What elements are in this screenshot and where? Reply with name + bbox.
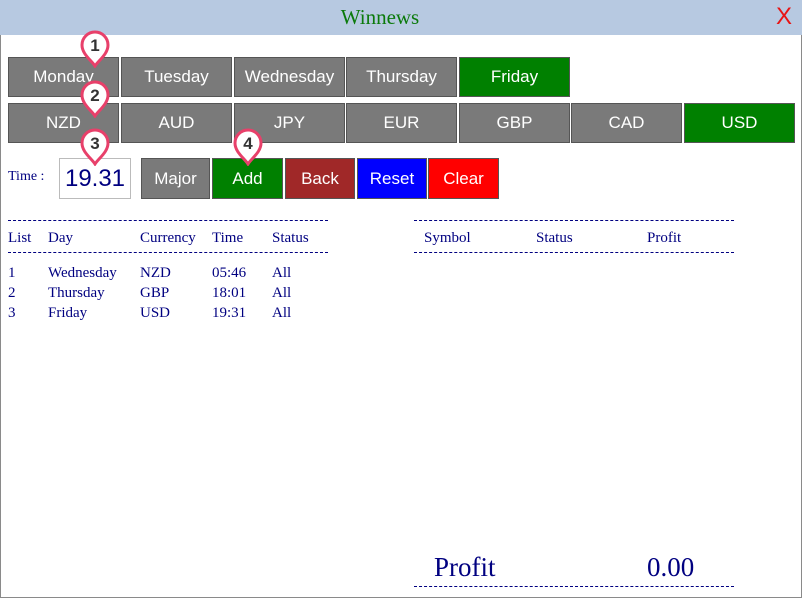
annotation-marker-1: 1 xyxy=(79,30,111,69)
major-button[interactable]: Major xyxy=(141,158,210,199)
cell-list: 1 xyxy=(8,265,16,281)
currency-button-cad[interactable]: CAD xyxy=(571,103,682,143)
cell-currency: USD xyxy=(140,305,171,321)
profit-header-status: Status xyxy=(536,230,573,246)
cell-status: All xyxy=(272,285,292,301)
cell-list: 3 xyxy=(8,305,16,321)
cell-time: 18:01 xyxy=(212,285,247,301)
marker-number: 3 xyxy=(90,134,100,153)
list-header-currency: Currency xyxy=(140,230,196,246)
annotation-marker-2: 2 xyxy=(79,80,111,119)
annotation-marker-4: 4 xyxy=(232,128,264,167)
total-divider xyxy=(414,586,734,587)
reset-button[interactable]: Reset xyxy=(357,158,427,199)
cell-list: 2 xyxy=(8,285,16,301)
cell-status: All xyxy=(272,265,292,281)
back-button[interactable]: Back xyxy=(285,158,355,199)
currency-button-aud[interactable]: AUD xyxy=(121,103,232,143)
cell-currency: GBP xyxy=(140,285,170,301)
list-header-list: List xyxy=(8,230,32,246)
close-button[interactable]: X xyxy=(776,3,792,31)
time-label: Time : xyxy=(8,169,45,184)
cell-day: Friday xyxy=(48,305,88,321)
cell-time: 19:31 xyxy=(212,305,247,321)
day-button-tuesday[interactable]: Tuesday xyxy=(121,57,232,97)
list-header-time: Time xyxy=(212,230,244,246)
currency-button-usd[interactable]: USD xyxy=(684,103,795,143)
list-header-divider xyxy=(8,252,328,253)
list-header-day: Day xyxy=(48,230,73,246)
cell-day: Wednesday xyxy=(48,265,117,281)
marker-number: 4 xyxy=(243,134,253,153)
list-top-divider xyxy=(8,220,328,221)
annotation-marker-3: 3 xyxy=(79,128,111,167)
clear-button[interactable]: Clear xyxy=(428,158,499,199)
currency-button-eur[interactable]: EUR xyxy=(346,103,457,143)
marker-number: 1 xyxy=(90,36,100,55)
profit-top-divider xyxy=(414,220,734,221)
total-profit-label: Profit xyxy=(434,552,496,582)
list-header-status: Status xyxy=(272,230,309,246)
total-profit-value: 0.00 xyxy=(647,552,695,582)
day-button-wednesday[interactable]: Wednesday xyxy=(234,57,345,97)
window-title: Winnews xyxy=(340,5,420,29)
profit-header-profit: Profit xyxy=(647,230,682,246)
profit-header-divider xyxy=(414,252,734,253)
day-button-thursday[interactable]: Thursday xyxy=(346,57,457,97)
currency-button-gbp[interactable]: GBP xyxy=(459,103,570,143)
marker-number: 2 xyxy=(90,86,100,105)
cell-time: 05:46 xyxy=(212,265,247,281)
profit-header-symbol: Symbol xyxy=(424,230,471,246)
cell-currency: NZD xyxy=(140,265,171,281)
title-bar: Winnews X xyxy=(0,0,802,35)
cell-day: Thursday xyxy=(48,285,105,301)
day-button-friday[interactable]: Friday xyxy=(459,57,570,97)
cell-status: All xyxy=(272,305,292,321)
